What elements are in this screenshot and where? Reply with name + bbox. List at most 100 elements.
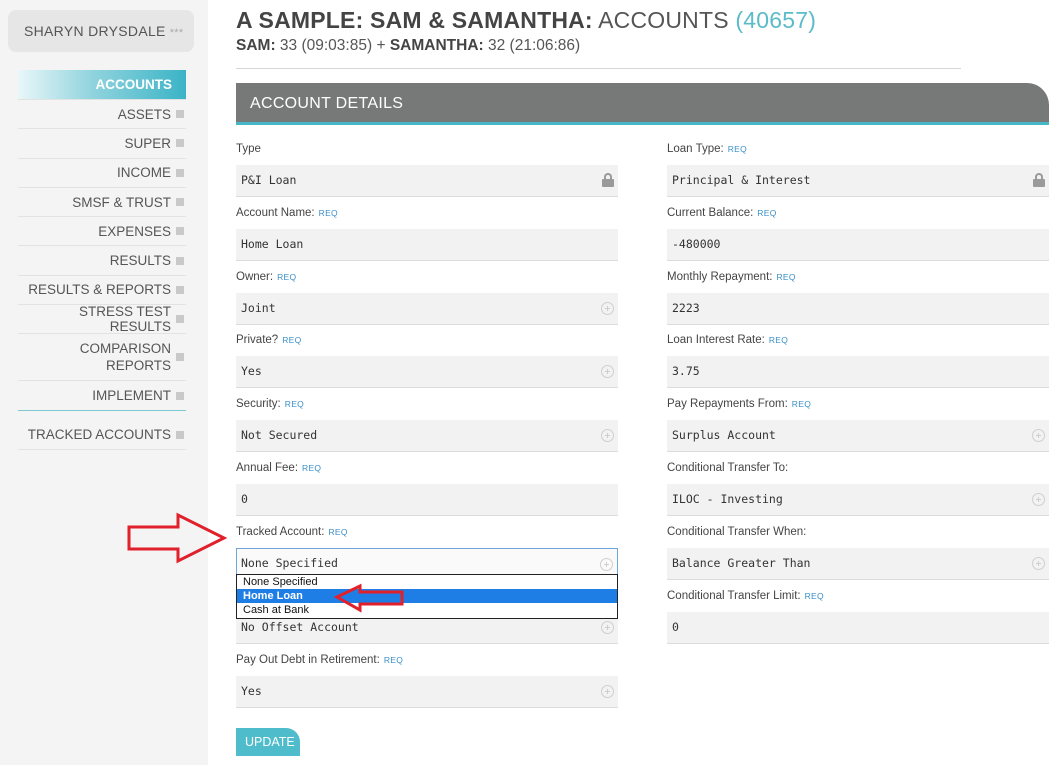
type-input[interactable]: P&I Loan	[236, 165, 618, 197]
field-label: Loan Interest Rate: REQ	[667, 334, 789, 346]
pay-out-debt-select[interactable]: Yes	[236, 676, 618, 708]
nav-label: COMPARISON REPORTS	[79, 341, 171, 374]
conditional-transfer-when-select[interactable]: Balance Greater Than	[667, 548, 1049, 580]
field-label: Conditional Transfer To:	[667, 462, 789, 474]
dropdown-option-home-loan[interactable]: Home Loan	[237, 589, 617, 603]
nav-item-stress-test-results[interactable]: STRESS TEST RESULTS	[18, 304, 186, 335]
field-label: Pay Out Debt in Retirement: REQ	[236, 654, 404, 666]
plus-circle-icon	[601, 685, 614, 698]
user-name-box[interactable]: SHARYN DRYSDALE ***	[8, 10, 194, 52]
field-label: Loan Type: REQ	[667, 143, 748, 155]
plus-circle-icon	[600, 558, 613, 571]
update-button[interactable]: UPDATE	[236, 728, 300, 756]
field-label: Type	[236, 143, 261, 155]
nav-item-results-reports[interactable]: RESULTS & REPORTS	[18, 276, 186, 306]
loan-interest-rate-input[interactable]: 3.75	[667, 356, 1049, 388]
nav-label: IMPLEMENT	[92, 388, 171, 404]
plus-circle-icon	[601, 429, 614, 442]
field-current-balance: Current Balance: REQ -480000	[667, 207, 1049, 261]
current-balance-input[interactable]: -480000	[667, 229, 1049, 261]
nav-label: INCOME	[117, 165, 171, 181]
nav-label: TRACKED ACCOUNTS	[27, 427, 171, 443]
field-loan-type: Loan Type: REQ Principal & Interest	[667, 143, 1049, 197]
nav-label: RESULTS & REPORTS	[28, 282, 171, 298]
nav-item-smsf-trust[interactable]: SMSF & TRUST	[18, 188, 186, 218]
nav-label: ACCOUNTS	[95, 77, 173, 92]
nav-item-tracked-accounts[interactable]: TRACKED ACCOUNTS	[18, 421, 186, 450]
user-stars: ***	[169, 27, 184, 39]
nav-label: EXPENSES	[98, 223, 171, 239]
field-security: Security: REQ Not Secured	[236, 398, 618, 452]
monthly-repayment-input[interactable]: 2223	[667, 293, 1049, 325]
annual-fee-input[interactable]: 0	[236, 484, 618, 516]
person2-value: 32 (21:06:86)	[488, 37, 581, 54]
nav-item-implement[interactable]: IMPLEMENT	[18, 381, 186, 411]
security-select[interactable]: Not Secured	[236, 420, 618, 452]
nav-separator	[18, 411, 186, 421]
account-name-input[interactable]: Home Loan	[236, 229, 618, 261]
title-section: ACCOUNTS	[598, 7, 729, 33]
loan-type-input[interactable]: Principal & Interest	[667, 165, 1049, 197]
field-label: Pay Repayments From: REQ	[667, 398, 812, 410]
page-title: A SAMPLE: SAM & SAMANTHA: ACCOUNTS (4065…	[236, 7, 816, 34]
nav-item-assets[interactable]: ASSETS	[18, 100, 186, 130]
square-icon	[176, 168, 184, 177]
plus-circle-icon	[601, 302, 614, 315]
square-icon	[176, 198, 184, 207]
lock-icon	[1033, 173, 1045, 187]
page-subtitle: SAM: 33 (09:03:85) + SAMANTHA: 32 (21:06…	[236, 37, 580, 55]
square-icon	[176, 353, 184, 362]
nav-item-income[interactable]: INCOME	[18, 159, 186, 188]
person2-label: SAMANTHA:	[389, 37, 484, 54]
title-count: (40657)	[735, 7, 817, 33]
plus-circle-icon	[601, 365, 614, 378]
person1-label: SAM:	[236, 37, 276, 54]
plus-circle-icon	[1032, 429, 1045, 442]
field-label: Tracked Account: REQ	[236, 526, 348, 538]
panel-accent-line	[236, 122, 1049, 125]
field-label: Conditional Transfer Limit: REQ	[667, 590, 824, 602]
field-label: Account Name: REQ	[236, 207, 338, 219]
dropdown-option-cash-at-bank[interactable]: Cash at Bank	[237, 603, 617, 617]
title-client: A SAMPLE: SAM & SAMANTHA:	[236, 7, 593, 33]
pay-repayments-from-select[interactable]: Surplus Account	[667, 420, 1049, 452]
update-button-label: UPDATE	[245, 735, 295, 749]
lock-icon	[602, 173, 614, 187]
left-arrow-icon	[334, 583, 404, 613]
square-icon	[176, 139, 184, 148]
nav-label: STRESS TEST RESULTS	[78, 304, 171, 335]
field-pay-repayments-from: Pay Repayments From: REQ Surplus Account	[667, 398, 1049, 452]
field-loan-interest-rate: Loan Interest Rate: REQ 3.75	[667, 334, 1049, 388]
field-label: Annual Fee: REQ	[236, 462, 322, 474]
field-label: Current Balance: REQ	[667, 207, 777, 219]
field-account-name: Account Name: REQ Home Loan	[236, 207, 618, 261]
plus-circle-icon	[1032, 493, 1045, 506]
square-icon	[176, 110, 184, 119]
tracked-account-dropdown-list: None Specified Home Loan Cash at Bank	[236, 574, 618, 619]
nav-item-accounts[interactable]: ACCOUNTS	[18, 70, 186, 100]
owner-select[interactable]: Joint	[236, 293, 618, 325]
conditional-transfer-to-select[interactable]: ILOC - Investing	[667, 484, 1049, 516]
square-icon	[176, 430, 184, 439]
nav-item-results[interactable]: RESULTS	[18, 246, 186, 276]
field-label: Conditional Transfer When:	[667, 526, 807, 538]
field-label: Owner: REQ	[236, 271, 297, 283]
nav-item-expenses[interactable]: EXPENSES	[18, 217, 186, 247]
square-icon	[176, 315, 184, 324]
nav-label: RESULTS	[109, 253, 171, 269]
plus-circle-icon	[601, 621, 614, 634]
field-conditional-transfer-limit: Conditional Transfer Limit: REQ 0	[667, 590, 1049, 644]
panel-header: ACCOUNT DETAILS	[236, 83, 1049, 123]
side-nav: ACCOUNTS ASSETS SUPER INCOME SMSF & TRUS…	[18, 70, 186, 450]
nav-item-comparison-reports[interactable]: COMPARISON REPORTS	[18, 334, 186, 382]
field-label: Security: REQ	[236, 398, 305, 410]
private-select[interactable]: Yes	[236, 356, 618, 388]
conditional-transfer-limit-input[interactable]: 0	[667, 612, 1049, 644]
square-icon	[176, 256, 184, 265]
dropdown-option-none-specified[interactable]: None Specified	[237, 575, 617, 589]
nav-label: ASSETS	[117, 106, 171, 122]
field-annual-fee: Annual Fee: REQ 0	[236, 462, 618, 516]
field-monthly-repayment: Monthly Repayment: REQ 2223	[667, 271, 1049, 325]
field-owner: Owner: REQ Joint	[236, 271, 618, 325]
nav-item-super[interactable]: SUPER	[18, 129, 186, 159]
